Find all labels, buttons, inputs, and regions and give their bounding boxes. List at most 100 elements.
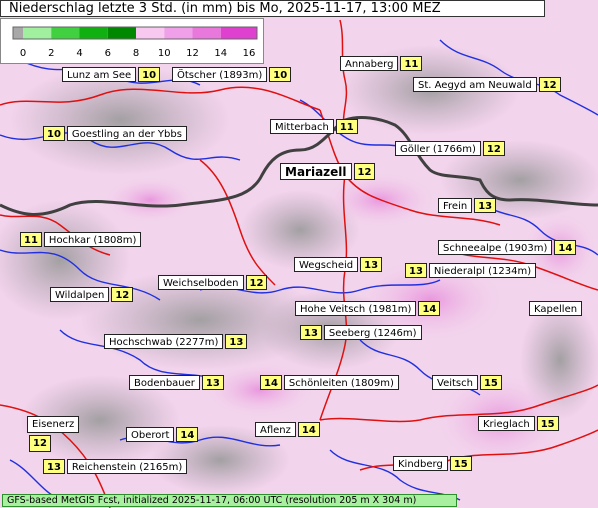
place-name: Weichselboden	[158, 275, 244, 290]
precipitation-map: Niederschlag letzte 3 Std. (in mm) bis M…	[0, 0, 598, 508]
forecast-info: GFS-based MetGIS Fcst, initialized 2025-…	[2, 494, 457, 507]
precipitation-value: 13	[300, 325, 322, 340]
place-name: Wildalpen	[50, 287, 110, 302]
legend-tick-label: 12	[186, 48, 199, 59]
place-name: Niederalpl (1234m)	[428, 263, 537, 278]
place-label: Oberort 14	[126, 427, 200, 442]
place-label: 10 Goestling an der Ybbs	[41, 126, 187, 141]
place-label: 13 Niederalpl (1234m)	[403, 263, 537, 278]
place-label: Mariazell 12	[280, 163, 377, 180]
precipitation-value: 12	[353, 163, 376, 180]
place-name: Wegscheid	[294, 257, 359, 272]
legend-tick-label: 2	[48, 48, 54, 59]
legend-tick-label: 0	[20, 48, 26, 59]
precipitation-value: 13	[474, 198, 497, 213]
place-name: Schönleiten (1809m)	[283, 375, 399, 390]
place-name: Frein	[438, 198, 473, 213]
place-name: Ötscher (1893m)	[172, 67, 268, 82]
precipitation-value: 15	[479, 375, 502, 390]
legend-swatch-below	[13, 27, 23, 39]
place-name: Veitsch	[432, 375, 478, 390]
legend-swatch	[164, 27, 193, 39]
place-name: Annaberg	[340, 56, 399, 71]
precipitation-value: 13	[201, 375, 224, 390]
place-label: Göller (1766m) 12	[395, 141, 507, 156]
place-name: Lunz am See	[62, 67, 137, 82]
precipitation-value: 12	[29, 435, 51, 452]
place-name: Mitterbach	[270, 119, 334, 134]
place-name: Bodenbauer	[129, 375, 200, 390]
precipitation-value: 12	[538, 77, 561, 92]
legend-tick-label: 14	[214, 48, 227, 59]
place-label: Annaberg 11	[340, 56, 424, 71]
legend-swatch-above	[249, 27, 257, 39]
legend-scale: 0 2 4 6 8 10 12 14 16	[12, 26, 258, 59]
precipitation-value: 10	[43, 126, 65, 141]
precipitation-value: 11	[400, 56, 423, 71]
legend-swatch	[136, 27, 165, 39]
place-label: 13 Reichenstein (2165m)	[41, 459, 188, 474]
place-label: Kapellen	[529, 301, 583, 316]
place-name: Reichenstein (2165m)	[66, 459, 188, 474]
place-name: Hochschwab (2277m)	[104, 334, 224, 349]
place-name: Aflenz	[255, 422, 296, 437]
place-name: Göller (1766m)	[395, 141, 481, 156]
precipitation-value: 13	[225, 334, 248, 349]
precipitation-value: 15	[449, 456, 472, 471]
legend-swatch	[23, 27, 52, 39]
place-label: Aflenz 14	[255, 422, 322, 437]
place-name: Goestling an der Ybbs	[66, 126, 187, 141]
place-name: Seeberg (1246m)	[323, 325, 422, 340]
place-label: Eisenerz 12	[27, 416, 80, 452]
legend-tick-label: 16	[243, 48, 256, 59]
place-label: Frein 13	[438, 198, 498, 213]
precipitation-value: 12	[245, 275, 268, 290]
place-name: Schneealpe (1903m)	[438, 240, 553, 255]
place-label: Hochschwab (2277m) 13	[104, 334, 249, 349]
place-name: Oberort	[126, 427, 175, 442]
place-name: Kapellen	[529, 301, 583, 316]
place-name: Krieglach	[478, 416, 535, 431]
legend-swatch	[79, 27, 108, 39]
precipitation-value: 14	[260, 375, 282, 390]
place-label: Veitsch 15	[432, 375, 504, 390]
precipitation-value: 11	[20, 232, 42, 247]
color-legend: 0 2 4 6 8 10 12 14 16	[0, 18, 264, 64]
place-name: Hochkar (1808m)	[43, 232, 142, 247]
legend-swatch	[192, 27, 221, 39]
legend-tick-label: 8	[133, 48, 139, 59]
precipitation-value: 14	[418, 301, 441, 316]
map-title: Niederschlag letzte 3 Std. (in mm) bis M…	[0, 0, 545, 17]
place-label: Krieglach 15	[478, 416, 561, 431]
precipitation-value: 11	[335, 119, 358, 134]
legend-tick-label: 4	[76, 48, 82, 59]
precipitation-value: 10	[269, 67, 292, 82]
place-name: Eisenerz	[27, 416, 80, 433]
place-label: Weichselboden 12	[158, 275, 269, 290]
precipitation-value: 15	[536, 416, 559, 431]
precipitation-value: 10	[138, 67, 161, 82]
place-label: St. Aegyd am Neuwald 12	[413, 77, 563, 92]
precipitation-value: 14	[297, 422, 320, 437]
precipitation-value: 13	[43, 459, 65, 474]
precipitation-value: 13	[405, 263, 427, 278]
precipitation-value: 13	[360, 257, 383, 272]
place-label: Mitterbach 11	[270, 119, 360, 134]
precipitation-value: 12	[482, 141, 505, 156]
place-label: Schneealpe (1903m) 14	[438, 240, 578, 255]
place-name: Kindberg	[393, 456, 448, 471]
place-name: Mariazell	[280, 163, 352, 180]
place-label: 11 Hochkar (1808m)	[18, 232, 142, 247]
place-label: 14 Schönleiten (1809m)	[258, 375, 399, 390]
place-label: Kindberg 15	[393, 456, 474, 471]
legend-swatch	[107, 27, 136, 39]
place-label: Wegscheid 13	[294, 257, 384, 272]
precipitation-value: 14	[176, 427, 199, 442]
legend-tick-label: 10	[158, 48, 171, 59]
place-label: Lunz am See 10	[62, 67, 162, 82]
legend-tick-label: 6	[105, 48, 111, 59]
place-label: Ötscher (1893m) 10	[172, 67, 293, 82]
place-label: Hohe Veitsch (1981m) 14	[295, 301, 442, 316]
precipitation-value: 14	[554, 240, 577, 255]
legend-swatch	[220, 27, 249, 39]
